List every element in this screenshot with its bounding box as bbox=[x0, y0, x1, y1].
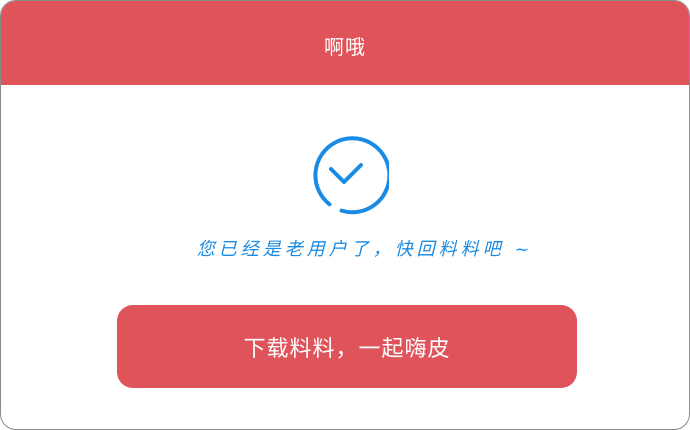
dialog-title: 啊哦 bbox=[324, 34, 366, 59]
returning-user-message: 您已经是老用户了，快回料料吧 ~ bbox=[196, 239, 534, 260]
download-button-label: 下载料料，一起嗨皮 bbox=[243, 336, 451, 362]
check-circle-icon bbox=[313, 136, 389, 215]
dialog-header: 啊哦 bbox=[1, 1, 689, 85]
alert-dialog: 啊哦 您已经是老用户了，快回料料吧 ~ 下载料料，一起嗨皮 bbox=[0, 0, 690, 430]
download-button[interactable]: 下载料料，一起嗨皮 bbox=[117, 305, 577, 388]
